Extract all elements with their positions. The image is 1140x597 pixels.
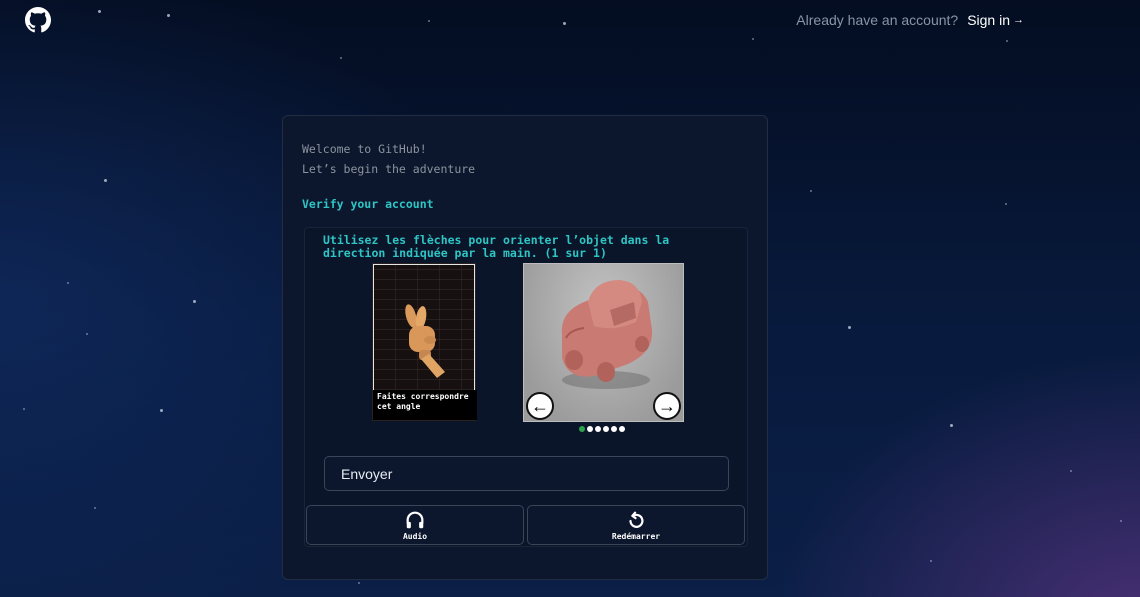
restart-icon xyxy=(629,511,644,528)
verify-account-title: Verify your account xyxy=(302,197,434,211)
reference-caption: Faites correspondre cet angle xyxy=(373,390,477,420)
captcha-puzzle: Utilisez les flèches pour orienter l’obj… xyxy=(304,227,748,547)
pagination-dot xyxy=(619,426,625,432)
account-prompt-text: Already have an account? xyxy=(796,12,959,28)
pagination-dot xyxy=(579,426,585,432)
pagination-dot xyxy=(595,426,601,432)
rotate-left-button[interactable]: ← xyxy=(526,392,554,420)
toy-car-3d-icon xyxy=(561,280,653,389)
pagination-dots xyxy=(579,426,625,432)
restart-label: Redémarrer xyxy=(611,532,661,541)
rotatable-object-image: ← → xyxy=(523,263,684,422)
audio-button[interactable]: Audio xyxy=(306,505,524,545)
arrow-right-icon: → xyxy=(1013,14,1024,26)
submit-button[interactable]: Envoyer xyxy=(324,456,729,491)
welcome-line-1: Welcome to GitHub! xyxy=(302,142,427,156)
pagination-dot xyxy=(587,426,593,432)
captcha-instruction: Utilisez les flèches pour orienter l’obj… xyxy=(323,233,670,260)
pagination-dot xyxy=(603,426,609,432)
rotate-right-button[interactable]: → xyxy=(653,392,681,420)
pagination-dot xyxy=(611,426,617,432)
welcome-text: Welcome to GitHub! Let’s begin the adven… xyxy=(302,139,475,179)
reference-image: Faites correspondre cet angle xyxy=(372,263,477,421)
audio-label: Audio xyxy=(402,532,428,541)
signin-label: Sign in xyxy=(967,12,1010,28)
signup-card: Welcome to GitHub! Let’s begin the adven… xyxy=(282,115,768,580)
welcome-line-2: Let’s begin the adventure xyxy=(302,162,476,176)
signin-link[interactable]: Sign in → xyxy=(967,12,1024,28)
restart-button[interactable]: Redémarrer xyxy=(527,505,745,545)
hand-pointing-icon xyxy=(405,304,445,378)
top-bar: Already have an account? Sign in → xyxy=(0,0,1140,40)
signin-prompt: Already have an account? Sign in → xyxy=(796,12,1024,28)
headphones-icon xyxy=(406,511,424,529)
github-logo-icon[interactable] xyxy=(25,7,51,33)
